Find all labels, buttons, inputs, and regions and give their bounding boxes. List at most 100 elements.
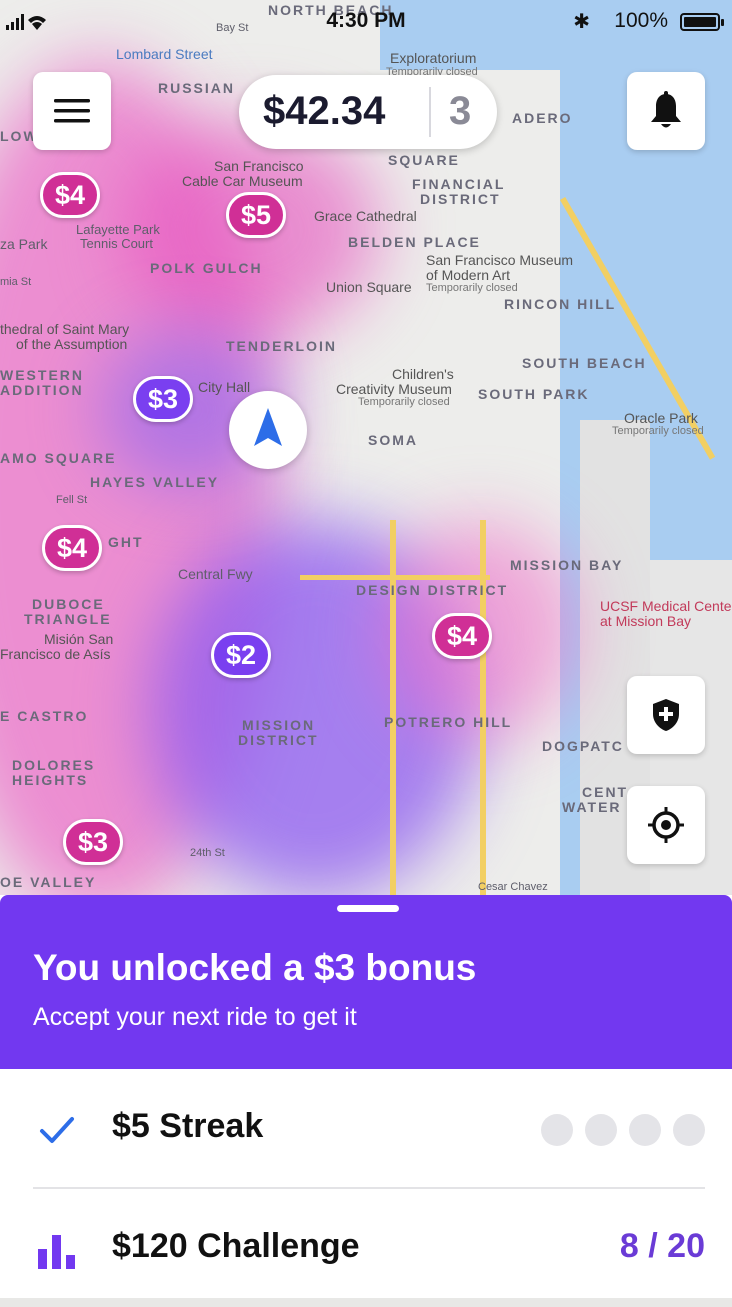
bonus-marker[interactable]: $4 <box>40 172 101 218</box>
battery-icon <box>680 13 720 31</box>
label-financial: FINANCIAL <box>412 176 506 192</box>
menu-button[interactable] <box>33 72 111 150</box>
label-lafayette-1: Lafayette Park <box>76 222 160 237</box>
label-24th: 24th St <box>190 847 225 859</box>
menu-icon <box>54 99 90 123</box>
earnings-separator <box>429 87 431 137</box>
label-mission-d-2: DISTRICT <box>238 732 319 748</box>
label-mision-2: Francisco de Asís <box>0 646 111 662</box>
freeway-connector <box>300 575 490 580</box>
battery-tip <box>721 19 724 26</box>
label-cathedral-1: thedral of Saint Mary <box>0 321 130 337</box>
check-icon <box>40 1117 74 1143</box>
label-oracle-closed: Temporarily closed <box>612 425 704 437</box>
label-design: DESIGN DISTRICT <box>356 582 509 598</box>
ride-count: 3 <box>449 89 472 133</box>
crosshair-icon <box>648 807 684 843</box>
bottom-sheet[interactable]: You unlocked a $3 bonus Accept your next… <box>0 895 732 1298</box>
label-square: SQUARE <box>388 152 460 168</box>
label-mission-d-1: MISSION <box>242 717 316 733</box>
bonus-marker[interactable]: $2 <box>211 632 272 678</box>
label-cesar: Cesar Chavez <box>478 881 548 893</box>
streak-dot <box>673 1114 705 1146</box>
label-dogpatch: DOGPATC <box>542 738 624 754</box>
streak-dot <box>629 1114 661 1146</box>
label-fell: Fell St <box>56 494 88 506</box>
battery-percent: 100% <box>614 9 668 32</box>
label-alamo: AMO SQUARE <box>0 450 117 466</box>
label-childrens-closed: Temporarily closed <box>358 396 450 408</box>
streak-dot <box>541 1114 573 1146</box>
label-polk-gulch: POLK GULCH <box>150 260 263 276</box>
label-central-fwy: Central Fwy <box>178 566 253 582</box>
label-park: za Park <box>0 236 48 252</box>
challenge-label: $120 Challenge <box>112 1227 360 1265</box>
bonus-marker[interactable]: $5 <box>226 192 287 238</box>
label-sfmoma-closed: Temporarily closed <box>426 282 518 294</box>
label-union-square: Union Square <box>326 279 412 295</box>
label-central-w-1: CENT <box>582 784 629 800</box>
label-mission-bay: MISSION BAY <box>510 557 624 573</box>
bluetooth-icon: ✱ <box>573 11 590 33</box>
shield-icon <box>653 699 679 731</box>
label-belden: BELDEN PLACE <box>348 234 481 250</box>
streak-label: $5 Streak <box>112 1107 264 1145</box>
label-soma: SOMA <box>368 432 418 448</box>
label-embarcadero: ADERO <box>512 110 573 126</box>
label-rincon: RINCON HILL <box>504 296 617 312</box>
bonus-marker[interactable]: $4 <box>432 613 493 659</box>
bonus-subtitle: Accept your next ride to get it <box>33 1003 357 1031</box>
status-bar: 4:30 PM ✱ 100% <box>0 0 732 44</box>
challenge-progress: 8 / 20 <box>619 1227 705 1265</box>
bar-chart-icon <box>38 1235 75 1269</box>
label-childrens-2: Creativity Museum <box>336 381 452 397</box>
earnings-amount: $42.34 <box>263 89 386 133</box>
label-south-park: SOUTH PARK <box>478 386 590 402</box>
label-exploratorium: Exploratorium <box>390 50 477 66</box>
label-lombard: Lombard Street <box>116 46 213 62</box>
bonus-banner[interactable]: You unlocked a $3 bonus Accept your next… <box>0 895 732 1069</box>
label-oracle: Oracle Park <box>624 410 698 426</box>
label-tenderloin: TENDERLOIN <box>226 338 337 354</box>
bonus-title: You unlocked a $3 bonus <box>33 947 477 988</box>
navigation-arrow-icon <box>254 408 282 446</box>
safety-button[interactable] <box>627 676 705 754</box>
recenter-button[interactable] <box>627 786 705 864</box>
label-castro: E CASTRO <box>0 708 89 724</box>
sheet-drag-handle[interactable] <box>337 905 399 912</box>
label-western-1: WESTERN <box>0 367 84 383</box>
challenge-row[interactable]: $120 Challenge 8 / 20 <box>0 1189 732 1307</box>
label-ucsf-1: UCSF Medical Cente <box>600 598 732 614</box>
streak-progress-dots <box>541 1114 705 1146</box>
bonus-marker[interactable]: $4 <box>42 525 103 571</box>
notifications-button[interactable] <box>627 72 705 150</box>
label-duboce-1: DUBOCE <box>32 596 105 612</box>
label-western-2: ADDITION <box>0 382 84 398</box>
label-potrero: POTRERO HILL <box>384 714 513 730</box>
label-russian: RUSSIAN <box>158 80 236 96</box>
label-duboce-2: TRIANGLE <box>24 611 112 627</box>
label-hayes: HAYES VALLEY <box>90 474 220 490</box>
label-noe: OE VALLEY <box>0 874 97 890</box>
label-lafayette-2: Tennis Court <box>80 236 153 251</box>
streak-row[interactable]: $5 Streak <box>0 1069 732 1187</box>
label-cathedral-2: of the Assumption <box>16 336 128 352</box>
bonus-marker[interactable]: $3 <box>63 819 124 865</box>
streak-dot <box>585 1114 617 1146</box>
bonus-marker[interactable]: $3 <box>133 376 194 422</box>
label-cable-car-2: Cable Car Museum <box>182 173 303 189</box>
label-south-beach: SOUTH BEACH <box>522 355 647 371</box>
label-ght: GHT <box>108 534 144 550</box>
label-grace: Grace Cathedral <box>314 208 417 224</box>
label-central-w-2: WATER <box>562 799 622 815</box>
bell-icon <box>651 91 681 128</box>
label-mia: mia St <box>0 276 32 288</box>
label-sfmoma-2: of Modern Art <box>426 267 511 283</box>
label-ucsf-2: at Mission Bay <box>600 613 692 629</box>
label-mision-1: Misión San <box>44 631 114 647</box>
label-district: DISTRICT <box>420 191 501 207</box>
earnings-pill[interactable]: $42.34 3 <box>239 75 497 149</box>
label-childrens-1: Children's <box>392 366 454 382</box>
label-dolores-2: HEIGHTS <box>12 772 89 788</box>
label-dolores-1: DOLORES <box>12 757 96 773</box>
